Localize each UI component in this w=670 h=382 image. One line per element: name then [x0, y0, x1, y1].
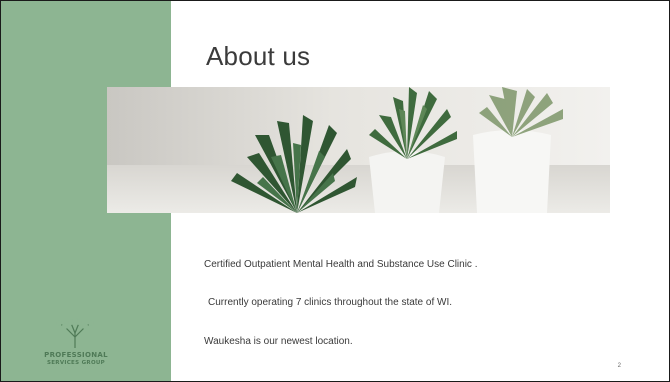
slide-title: About us — [206, 41, 311, 71]
page-number: 2 — [617, 363, 621, 369]
succulent-plants-photo — [107, 87, 610, 213]
about-line-1: Certified Outpatient Mental Health and S… — [204, 259, 478, 270]
slide: About us Certified Outpatient Mental Hea… — [0, 0, 670, 382]
company-logo: PROFESSIONAL SERVICES GROUP — [31, 317, 121, 375]
logo-text-line-1: PROFESSIONAL — [44, 351, 108, 359]
about-line-2: Currently operating 7 clinics throughout… — [208, 297, 453, 308]
logo-text-line-2: SERVICES GROUP — [46, 360, 106, 366]
tree-logo-icon — [56, 317, 94, 348]
about-line-3: Waukesha is our newest location. — [204, 336, 353, 347]
